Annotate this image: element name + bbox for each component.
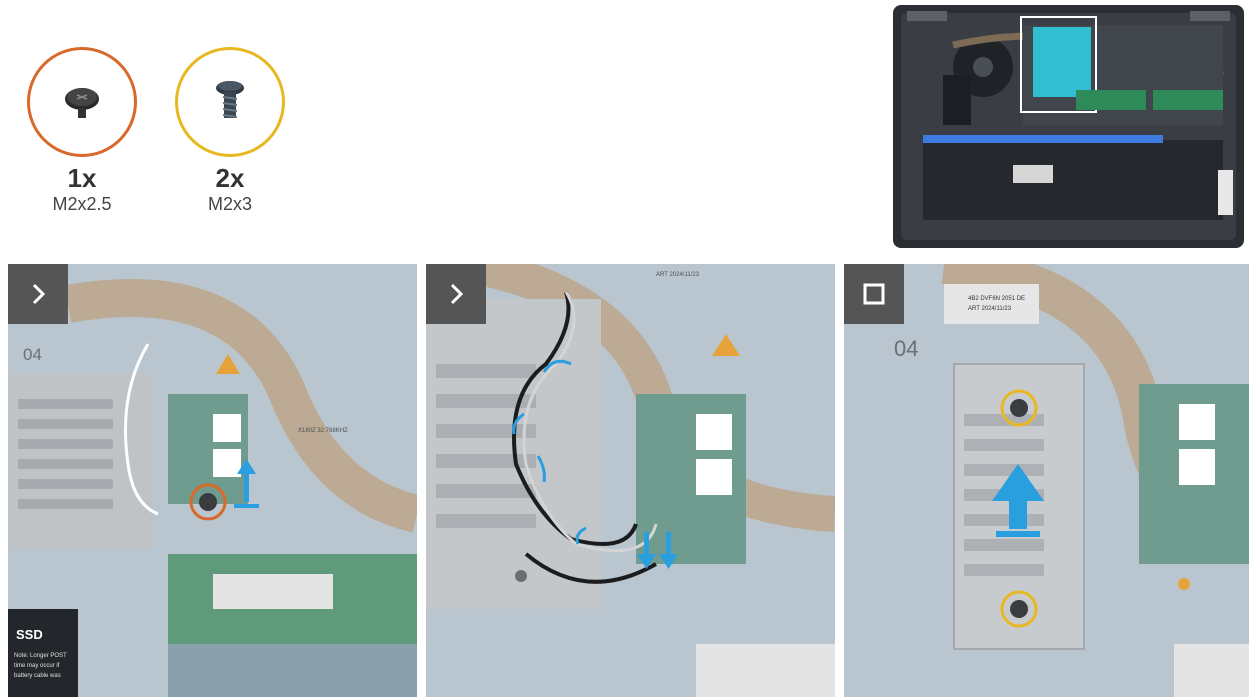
ssd-label-text: Note: Longer POST <box>14 653 67 659</box>
square-stop-icon <box>863 283 885 305</box>
svg-text:battery cable was: battery cable was <box>14 673 61 679</box>
step-badge-next <box>8 264 68 324</box>
art-date-label: ART 2024/11/23 <box>656 272 700 278</box>
screw-ring-yellow <box>175 47 285 157</box>
bracket-code-label: 4B2 DVF6N 2051 DE <box>968 296 1025 302</box>
screw-legend-m2x2-5: 1x M2x2.5 <box>22 47 142 215</box>
screw-count: 2x <box>215 163 245 193</box>
screw-size: M2x2.5 <box>52 194 112 214</box>
svg-text:time may occur if: time may occur if <box>14 663 60 669</box>
crystal-freq-label: X180Z 32.768KHZ <box>298 428 348 434</box>
screw-legend-m2x3: 2x M2x3 <box>170 47 290 215</box>
step-badge-next <box>426 264 486 324</box>
highlighted-wlan-bracket <box>1033 27 1091 97</box>
step-1-panel: SSD Note: Longer POST time may occur if … <box>8 264 417 697</box>
ssd-label-title: SSD <box>16 627 43 642</box>
step-badge-done <box>844 264 904 324</box>
svg-text:04: 04 <box>894 336 918 361</box>
chevron-right-icon <box>32 283 46 305</box>
model-number: 04 <box>23 345 42 364</box>
system-board-overview <box>893 5 1244 248</box>
threaded-screw-icon <box>216 81 244 118</box>
flat-screw-icon <box>65 88 99 118</box>
svg-text:ART 2024/11/23: ART 2024/11/23 <box>968 306 1012 312</box>
chevron-right-icon <box>450 283 464 305</box>
screw-ring-orange <box>27 47 137 157</box>
screw-count: 1x <box>67 163 97 193</box>
screw-size: M2x3 <box>207 194 252 214</box>
step-3-panel: 4B2 DVF6N 2051 DE ART 2024/11/23 04 <box>844 264 1249 697</box>
step-2-panel: 4 ART 2024/11/23 <box>426 264 835 697</box>
